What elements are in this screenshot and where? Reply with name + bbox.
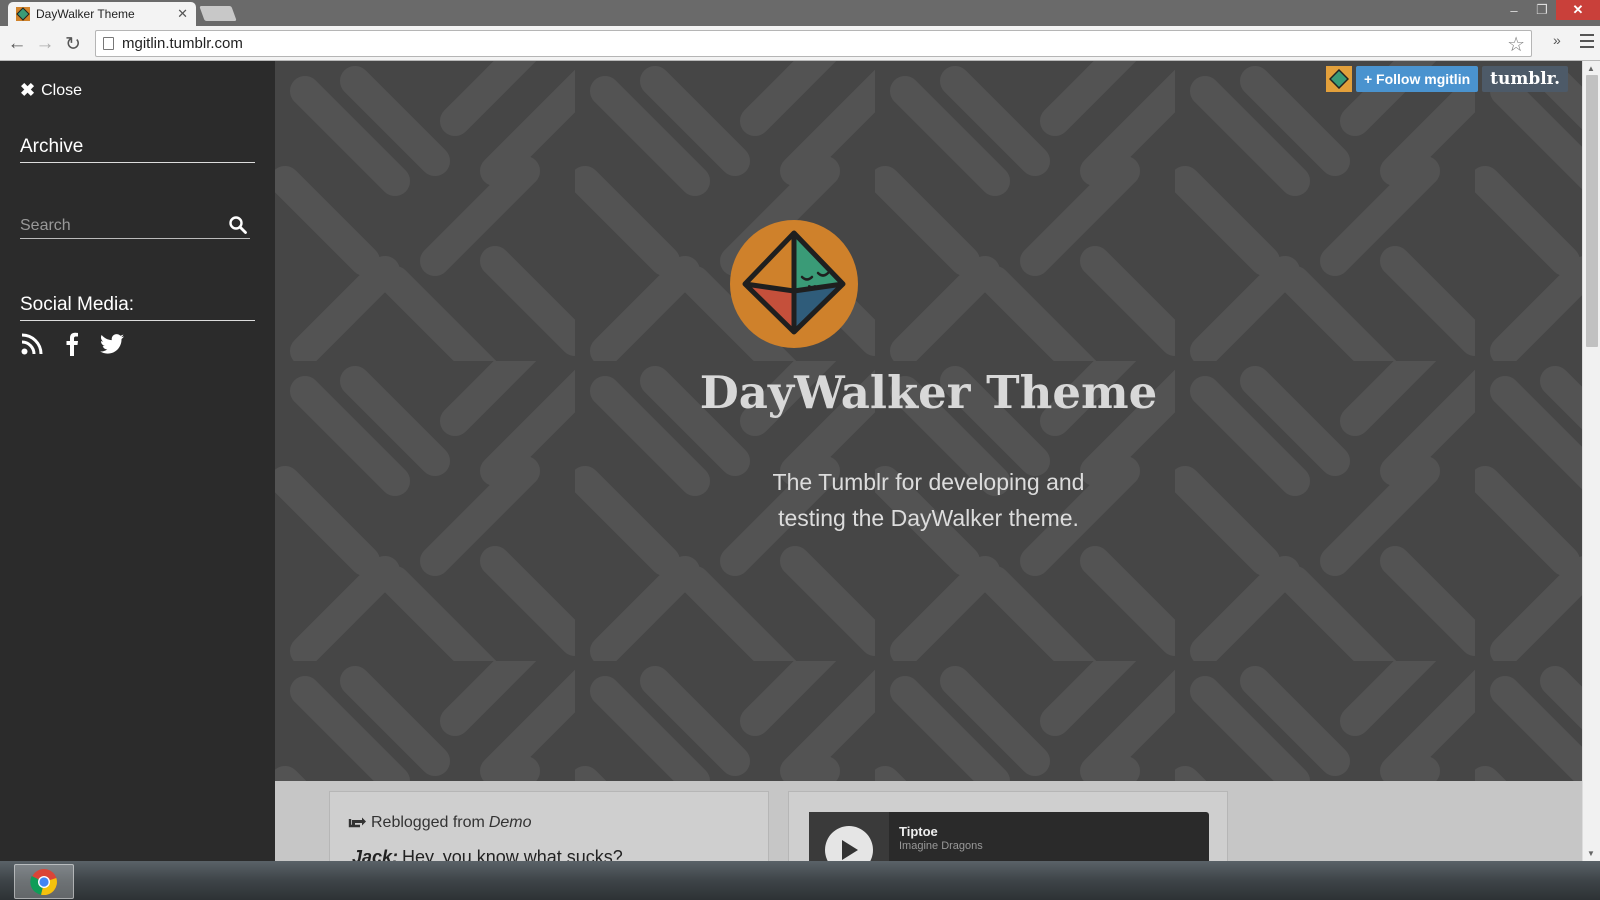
tumblr-logo-button[interactable]: tumblr.: [1482, 66, 1568, 92]
url-text[interactable]: mgitlin.tumblr.com: [122, 35, 243, 52]
page-viewport: ✖ Close Archive Social Media:: [0, 61, 1600, 861]
description-line-2: testing the DayWalker theme.: [778, 505, 1079, 531]
album-art: [809, 812, 889, 861]
new-tab-button[interactable]: [199, 6, 237, 21]
bookmark-star-icon[interactable]: ☆: [1507, 32, 1525, 57]
chat-line: Jack: Hey, you know what sucks?: [352, 847, 623, 861]
blog-header: + Follow mgitlin tumblr. DayWalker Theme…: [275, 61, 1582, 781]
search-icon[interactable]: [228, 215, 248, 235]
sidebar: ✖ Close Archive Social Media:: [0, 61, 275, 861]
facebook-icon[interactable]: [60, 331, 84, 357]
close-icon: ✖: [20, 80, 36, 100]
chrome-icon: [30, 868, 57, 895]
reblog-info: Reblogged from Demo: [348, 814, 532, 832]
tumblr-controls: + Follow mgitlin tumblr.: [1325, 66, 1568, 92]
audio-player: Tiptoe Imagine Dragons: [809, 812, 1209, 861]
favicon-icon: [16, 7, 30, 21]
close-sidebar-button[interactable]: ✖ Close: [20, 80, 82, 101]
header-stripe-pattern: [275, 61, 1582, 781]
track-title: Tiptoe: [899, 824, 938, 839]
play-icon: [842, 840, 858, 860]
scrollbar-thumb[interactable]: [1586, 75, 1598, 347]
reblog-icon: [348, 817, 366, 828]
extensions-overflow-icon[interactable]: »: [1553, 32, 1561, 48]
search-input[interactable]: [20, 216, 220, 235]
reblogged-source-link[interactable]: Demo: [489, 814, 532, 832]
description-line-1: The Tumblr for developing and: [772, 469, 1085, 495]
close-label: Close: [41, 81, 82, 99]
minimize-button[interactable]: ‒: [1500, 0, 1528, 20]
blog-description: The Tumblr for developing and testing th…: [275, 464, 1582, 536]
chat-text: Hey, you know what sucks?: [402, 847, 623, 861]
play-button[interactable]: [825, 826, 873, 861]
archive-link[interactable]: Archive: [20, 136, 255, 163]
taskbar: [0, 861, 1600, 900]
menu-icon[interactable]: [1580, 34, 1594, 52]
posts-area: Reblogged from Demo Jack: Hey, you know w…: [275, 781, 1582, 861]
reload-icon[interactable]: ↻: [62, 33, 84, 55]
blog-title[interactable]: DayWalker Theme: [275, 366, 1582, 419]
chat-speaker: Jack:: [352, 847, 399, 861]
close-window-button[interactable]: ✕: [1556, 0, 1600, 20]
title-bar: DayWalker Theme ✕ ‒ ❐ ✕: [0, 0, 1600, 26]
social-media-heading: Social Media:: [20, 294, 255, 321]
tab-title: DayWalker Theme: [36, 7, 135, 21]
blog-avatar[interactable]: [1325, 66, 1352, 92]
audio-post: Tiptoe Imagine Dragons: [788, 791, 1228, 861]
twitter-icon[interactable]: [100, 331, 124, 357]
rss-icon[interactable]: [20, 331, 44, 357]
tab-close-icon[interactable]: ✕: [177, 6, 188, 22]
chat-post: Reblogged from Demo Jack: Hey, you know w…: [329, 791, 769, 861]
social-icons: [20, 331, 124, 357]
forward-arrow-icon[interactable]: →: [34, 33, 56, 55]
track-artist: Imagine Dragons: [899, 840, 983, 852]
reblogged-prefix: Reblogged from: [371, 814, 485, 831]
address-bar[interactable]: mgitlin.tumblr.com ☆: [95, 30, 1532, 57]
browser-toolbar: ← → ↻ mgitlin.tumblr.com ☆ »: [0, 26, 1600, 61]
blog-logo-icon: [730, 220, 858, 348]
search-box: [20, 213, 250, 239]
scroll-down-arrow-icon[interactable]: ▼: [1587, 849, 1595, 858]
maximize-button[interactable]: ❐: [1528, 0, 1556, 20]
page-scrollbar[interactable]: ▲ ▼: [1582, 61, 1600, 861]
scroll-up-arrow-icon[interactable]: ▲: [1587, 64, 1595, 73]
tab-daywalker-theme[interactable]: DayWalker Theme ✕: [8, 2, 196, 26]
back-arrow-icon[interactable]: ←: [6, 33, 28, 55]
page-icon: [103, 37, 114, 50]
taskbar-chrome-button[interactable]: [14, 864, 74, 899]
follow-button[interactable]: + Follow mgitlin: [1355, 66, 1479, 92]
